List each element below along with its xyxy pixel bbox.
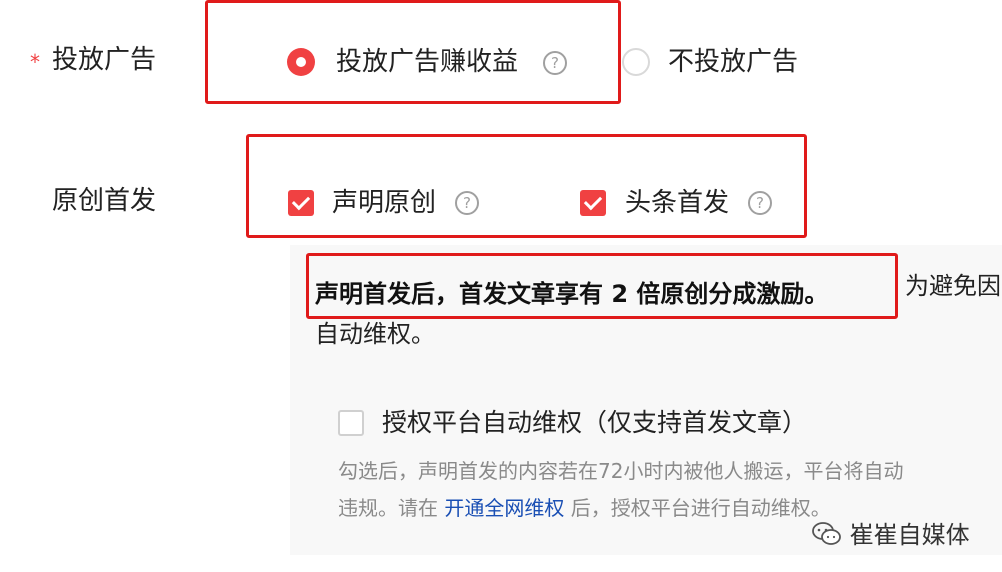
- notice-rest-text: 为避免因: [905, 272, 1001, 300]
- checkbox-checked-icon: [580, 190, 606, 216]
- notice-highlight-text: 声明首发后，首发文章享有 2 倍原创分成激励。: [315, 280, 829, 308]
- authorize-desc-line2: 违规。请在 开通全网维权 后，授权平台进行自动维权。: [338, 498, 831, 518]
- radio-ads-off-label: 不投放广告: [668, 47, 799, 77]
- help-icon[interactable]: ?: [543, 51, 567, 75]
- authorize-desc-prefix: 违规。请在: [338, 496, 438, 520]
- watermark: 崔崔自媒体: [812, 515, 970, 550]
- radio-ads-on-label: 投放广告赚收益: [336, 47, 519, 77]
- highlight-box-original: [246, 134, 807, 238]
- checkbox-checked-icon: [288, 190, 314, 216]
- authorize-desc-line1: 勾选后，声明首发的内容若在72小时内被他人搬运，平台将自动: [338, 459, 904, 483]
- required-mark: *: [30, 50, 40, 74]
- radio-unselected-icon: [622, 48, 650, 76]
- watermark-text: 崔崔自媒体: [849, 521, 970, 549]
- authorize-desc-suffix: 后，授权平台进行自动维权。: [570, 496, 831, 520]
- radio-ads-off[interactable]: 不投放广告: [622, 46, 822, 78]
- checkbox-authorize[interactable]: 授权平台自动维权（仅支持首发文章）: [338, 408, 898, 440]
- radio-selected-icon: [287, 48, 315, 76]
- checkbox-declare-original[interactable]: 声明原创 ?: [288, 187, 488, 219]
- radio-ads-on[interactable]: 投放广告赚收益 ?: [287, 46, 567, 78]
- ads-label: 投放广告: [52, 45, 157, 75]
- notice-line2-text: 自动维权。: [315, 320, 435, 348]
- help-icon[interactable]: ?: [748, 191, 772, 215]
- original-label: 原创首发: [52, 186, 157, 216]
- checkbox-declare-original-label: 声明原创: [332, 188, 437, 218]
- checkbox-authorize-label: 授权平台自动维权（仅支持首发文章）: [382, 408, 808, 437]
- checkbox-unchecked-icon: [338, 410, 364, 436]
- checkbox-first-publish[interactable]: 头条首发 ?: [580, 187, 780, 219]
- enable-rights-link[interactable]: 开通全网维权: [444, 496, 564, 520]
- help-icon[interactable]: ?: [455, 191, 479, 215]
- checkbox-first-publish-label: 头条首发: [625, 188, 730, 218]
- wechat-icon: [812, 521, 850, 549]
